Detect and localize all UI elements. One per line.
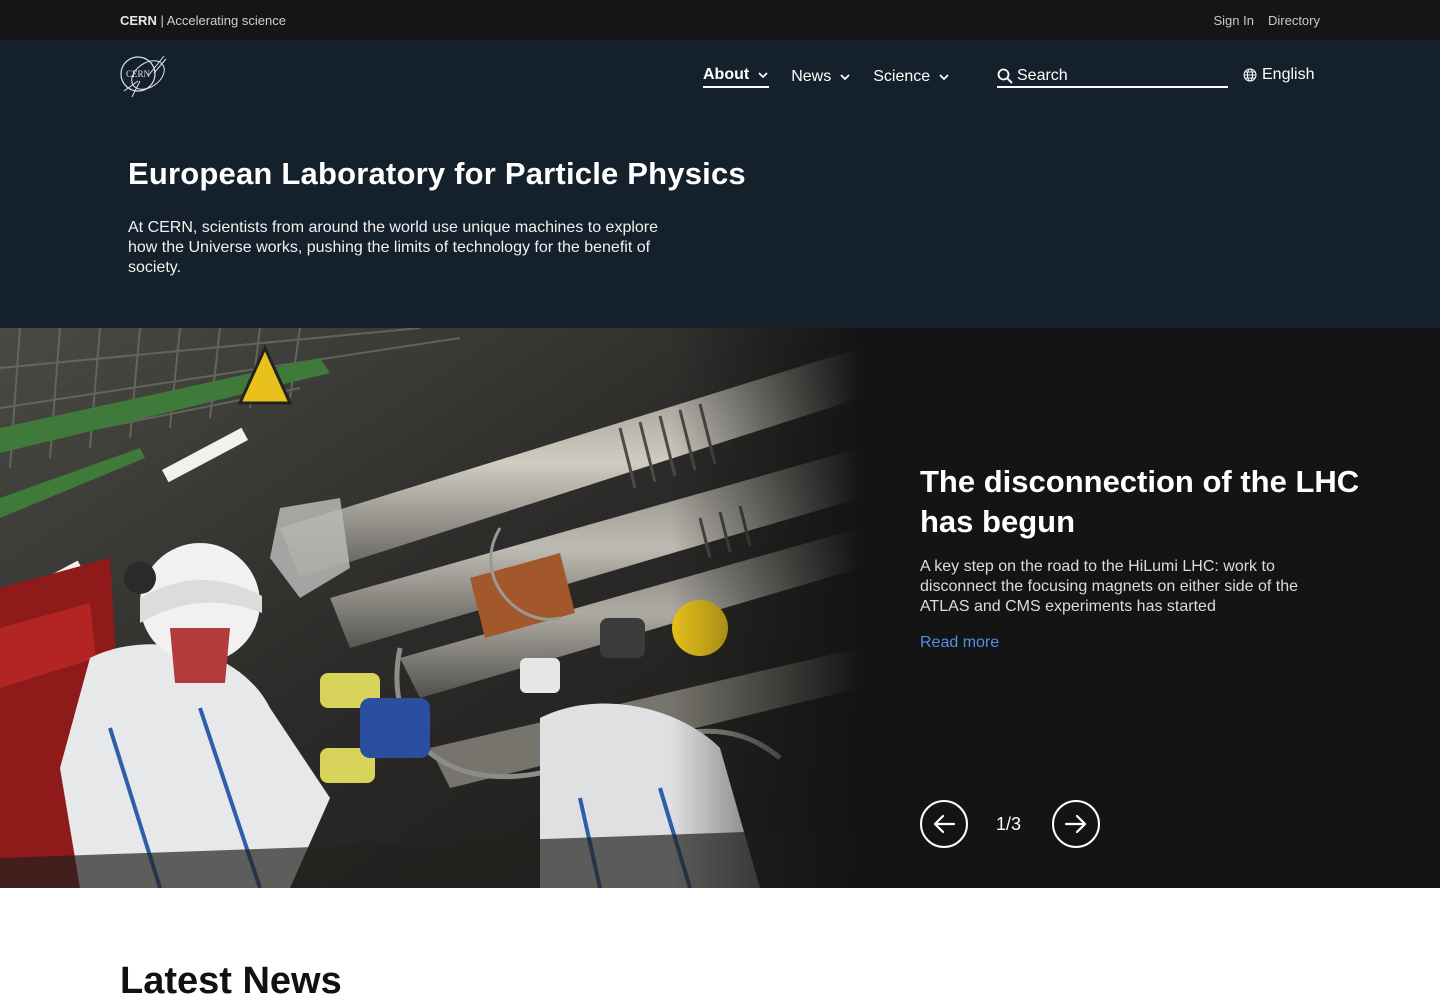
chevron-down-icon [758, 72, 768, 79]
directory-link[interactable]: Directory [1268, 13, 1320, 28]
brand-strong: CERN [120, 13, 157, 28]
main-nav: About News Science [703, 66, 972, 88]
arrow-left-icon [933, 814, 956, 834]
top-bar-links: Sign In Directory [1214, 13, 1321, 28]
read-more-link[interactable]: Read more [920, 634, 999, 652]
news-carousel: The disconnection of the LHC has begun A… [0, 328, 1440, 888]
nav-news-label: News [791, 68, 832, 85]
arrow-right-icon [1064, 814, 1087, 834]
top-bar: CERN | Accelerating science Sign In Dire… [0, 0, 1440, 40]
nav-news[interactable]: News [791, 66, 851, 88]
slide-title: The disconnection of the LHC has begun [920, 464, 1360, 539]
search-input[interactable] [1017, 66, 1217, 85]
search-icon [997, 68, 1013, 84]
cern-logo-icon: CERN [120, 55, 167, 98]
latest-news-heading: Latest News [120, 960, 342, 1002]
carousel-counter: 1/3 [996, 814, 1022, 834]
language-selector[interactable]: English [1243, 66, 1314, 84]
slide-image[interactable] [0, 328, 860, 888]
logo-text: CERN [126, 69, 151, 79]
top-bar-brand[interactable]: CERN | Accelerating science [120, 13, 286, 28]
nav-about-label: About [703, 66, 750, 83]
globe-icon [1243, 68, 1257, 82]
language-label: English [1262, 66, 1315, 83]
hero-header: CERN About News Science English European… [0, 40, 1440, 328]
lhc-technicians-photo [0, 328, 860, 888]
nav-science-label: Science [873, 68, 931, 85]
hero-description: At CERN, scientists from around the worl… [128, 219, 659, 276]
carousel-prev-button[interactable] [920, 800, 968, 848]
sign-in-link[interactable]: Sign In [1214, 13, 1254, 28]
chevron-down-icon [939, 74, 949, 81]
nav-about[interactable]: About [703, 66, 770, 88]
brand-tagline: | Accelerating science [156, 13, 286, 28]
page-title: European Laboratory for Particle Physics [128, 156, 746, 191]
cern-logo[interactable]: CERN [118, 51, 170, 101]
carousel-next-button[interactable] [1052, 800, 1100, 848]
nav-science[interactable]: Science [873, 66, 950, 88]
search-box[interactable] [997, 65, 1228, 88]
chevron-down-icon [840, 74, 850, 81]
slide-description: A key step on the road to the HiLumi LHC… [920, 558, 1299, 615]
